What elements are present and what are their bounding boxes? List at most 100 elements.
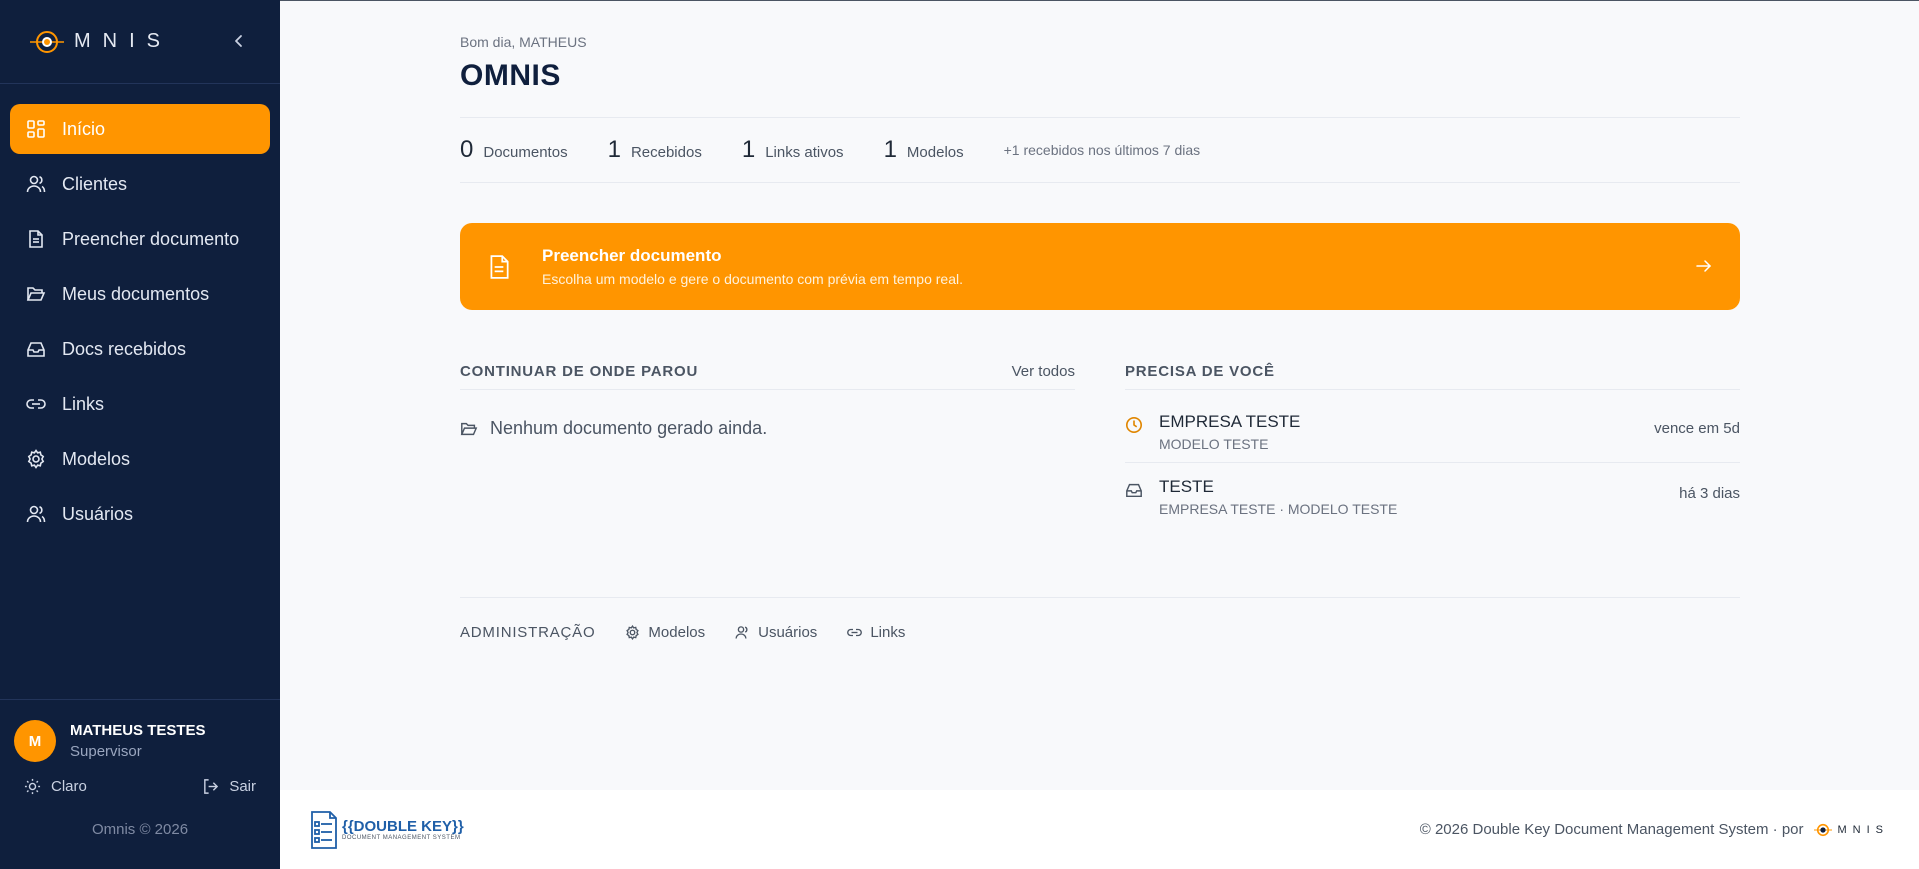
sidebar-item-label: Início [62, 118, 106, 139]
omnis-logo-icon [1813, 823, 1832, 836]
footer-brand-name: MNIS [1837, 823, 1889, 836]
stat-documentos: 0 Documentos [460, 136, 568, 164]
users-icon [26, 175, 46, 193]
clock-icon [1125, 416, 1143, 434]
stat-value: 1 [607, 136, 621, 163]
cta-title: Preencher documento [542, 246, 722, 265]
item-title: EMPRESA TESTE [1159, 412, 1301, 431]
double-key-logo: {{DOUBLE KEY}} DOCUMENT MANAGEMENT SYSTE… [310, 810, 464, 850]
stats-note: +1 recebidos nos últimos 7 dias [1003, 142, 1201, 158]
sidebar-item-label: Meus documentos [62, 283, 210, 304]
stats-bar: 0 Documentos 1 Recebidos 1 Links ativos … [460, 117, 1740, 183]
sidebar-footer: M MATHEUS TESTES Supervisor Claro Sair O… [0, 699, 280, 869]
list-item[interactable]: EMPRESA TESTE MODELO TESTE vence em 5d [1125, 390, 1740, 463]
sidebar-copyright: Omnis © 2026 [91, 821, 189, 838]
admin-label: ADMINISTRAÇÃO [460, 624, 596, 641]
omnis-logo-icon [30, 30, 64, 53]
user-name: MATHEUS TESTES [70, 722, 206, 739]
stat-label: Modelos [906, 144, 964, 161]
sidebar-item-usuarios[interactable]: Usuários [10, 489, 270, 539]
admin-bar: ADMINISTRAÇÃO Modelos Usuários Links [460, 597, 1740, 641]
stat-recebidos: 1 Recebidos [608, 136, 702, 164]
sidebar-item-clientes[interactable]: Clientes [10, 159, 270, 209]
footer-right: © 2026 Double Key Document Management Sy… [1420, 821, 1889, 839]
needs-section: PRECISA DE VOCÊ EMPRESA TESTE MODELO TES… [1125, 360, 1740, 527]
ver-todos-link[interactable]: Ver todos [1012, 363, 1075, 380]
document-icon [29, 230, 43, 248]
sidebar-item-label: Preencher documento [62, 228, 240, 249]
theme-label: Claro [51, 778, 87, 795]
sidebar-item-inicio[interactable]: Início [10, 104, 270, 154]
users-icon [26, 505, 46, 523]
inbox-icon [27, 342, 45, 357]
continue-header: CONTINUAR DE ONDE PAROU Ver todos [460, 360, 1075, 390]
gear-icon [626, 625, 640, 640]
stat-value: 1 [883, 136, 897, 163]
admin-link-label: Modelos [648, 624, 706, 641]
grid-icon [27, 120, 45, 138]
sidebar-item-preencher-documento[interactable]: Preencher documento [10, 214, 270, 264]
continue-title: CONTINUAR DE ONDE PAROU [460, 363, 699, 380]
stat-links-ativos: 1 Links ativos [742, 136, 844, 164]
logout-button[interactable]: Sair [202, 778, 256, 795]
item-meta: há 3 dias [1679, 485, 1740, 502]
sidebar-item-label: Links [62, 393, 105, 414]
stat-modelos: 1 Modelos [884, 136, 964, 164]
link-icon [847, 628, 863, 637]
admin-link-modelos[interactable]: Modelos [625, 624, 705, 641]
item-subtitle: MODELO TESTE [1159, 436, 1269, 452]
preencher-documento-cta[interactable]: Preencher documento Escolha um modelo e … [460, 223, 1740, 310]
user-profile[interactable]: M MATHEUS TESTES Supervisor [0, 700, 280, 762]
sidebar-item-label: Usuários [62, 503, 134, 524]
arrow-right-icon [1696, 260, 1712, 272]
needs-header: PRECISA DE VOCÊ [1125, 360, 1740, 390]
stat-label: Documentos [483, 144, 568, 161]
admin-link-label: Links [870, 624, 906, 641]
empty-text: Nenhum documento gerado ainda. [490, 418, 768, 438]
users-icon [735, 626, 748, 639]
page-footer: {{DOUBLE KEY}} DOCUMENT MANAGEMENT SYSTE… [280, 790, 1919, 869]
main-content: Bom dia, MATHEUS OMNIS 0 Documentos 1 Re… [280, 0, 1919, 790]
folder-open-icon [26, 287, 46, 301]
page-title: OMNIS [460, 59, 561, 92]
document-list-icon [311, 810, 337, 849]
sidebar-item-label: Clientes [62, 173, 128, 194]
sidebar-item-links[interactable]: Links [10, 379, 270, 429]
footer-copyright: © 2026 Double Key Document Management Sy… [1419, 821, 1804, 838]
chevron-left-icon [235, 35, 242, 47]
needs-title: PRECISA DE VOCÊ [1125, 363, 1275, 380]
logout-label: Sair [229, 778, 256, 795]
sun-icon [24, 778, 41, 795]
footer-brand: MNIS [1813, 821, 1890, 839]
sidebar-nav: Início Clientes Preencher documento Meus… [0, 84, 280, 564]
item-subtitle: EMPRESA TESTE · MODELO TESTE [1159, 501, 1398, 517]
stat-value: 0 [460, 136, 474, 163]
continue-section: CONTINUAR DE ONDE PAROU Ver todos Nenhum… [460, 360, 1075, 527]
admin-link-label: Usuários [758, 624, 818, 641]
cta-subtitle: Escolha um modelo e gere o documento com… [542, 271, 963, 287]
link-icon [26, 399, 46, 409]
item-title: TESTE [1159, 477, 1214, 496]
sidebar-item-docs-recebidos[interactable]: Docs recebidos [10, 324, 270, 374]
brand-logo[interactable]: MNIS [30, 25, 172, 59]
stat-value: 1 [741, 136, 756, 163]
gear-icon [27, 449, 45, 469]
logout-icon [204, 779, 219, 794]
theme-toggle-button[interactable]: Claro [24, 778, 87, 795]
logo-main-text: {{DOUBLE KEY}} [342, 818, 464, 835]
stat-label: Recebidos [630, 144, 702, 161]
user-role: Supervisor [70, 743, 142, 760]
empty-state: Nenhum documento gerado ainda. [460, 418, 1075, 439]
sidebar-item-modelos[interactable]: Modelos [10, 434, 270, 484]
sidebar-item-label: Modelos [62, 448, 131, 469]
sidebar-item-meus-documentos[interactable]: Meus documentos [10, 269, 270, 319]
avatar: M [14, 720, 56, 762]
sidebar-item-label: Docs recebidos [62, 338, 187, 359]
folder-open-icon [460, 422, 478, 435]
collapse-sidebar-button[interactable] [228, 30, 250, 52]
logo-sub-text: DOCUMENT MANAGEMENT SYSTEM [342, 835, 461, 841]
sidebar-actions: Claro Sair [0, 762, 280, 795]
admin-link-usuarios[interactable]: Usuários [735, 624, 817, 641]
admin-link-links[interactable]: Links [847, 624, 905, 641]
list-item[interactable]: TESTE EMPRESA TESTE · MODELO TESTE há 3 … [1125, 463, 1740, 527]
